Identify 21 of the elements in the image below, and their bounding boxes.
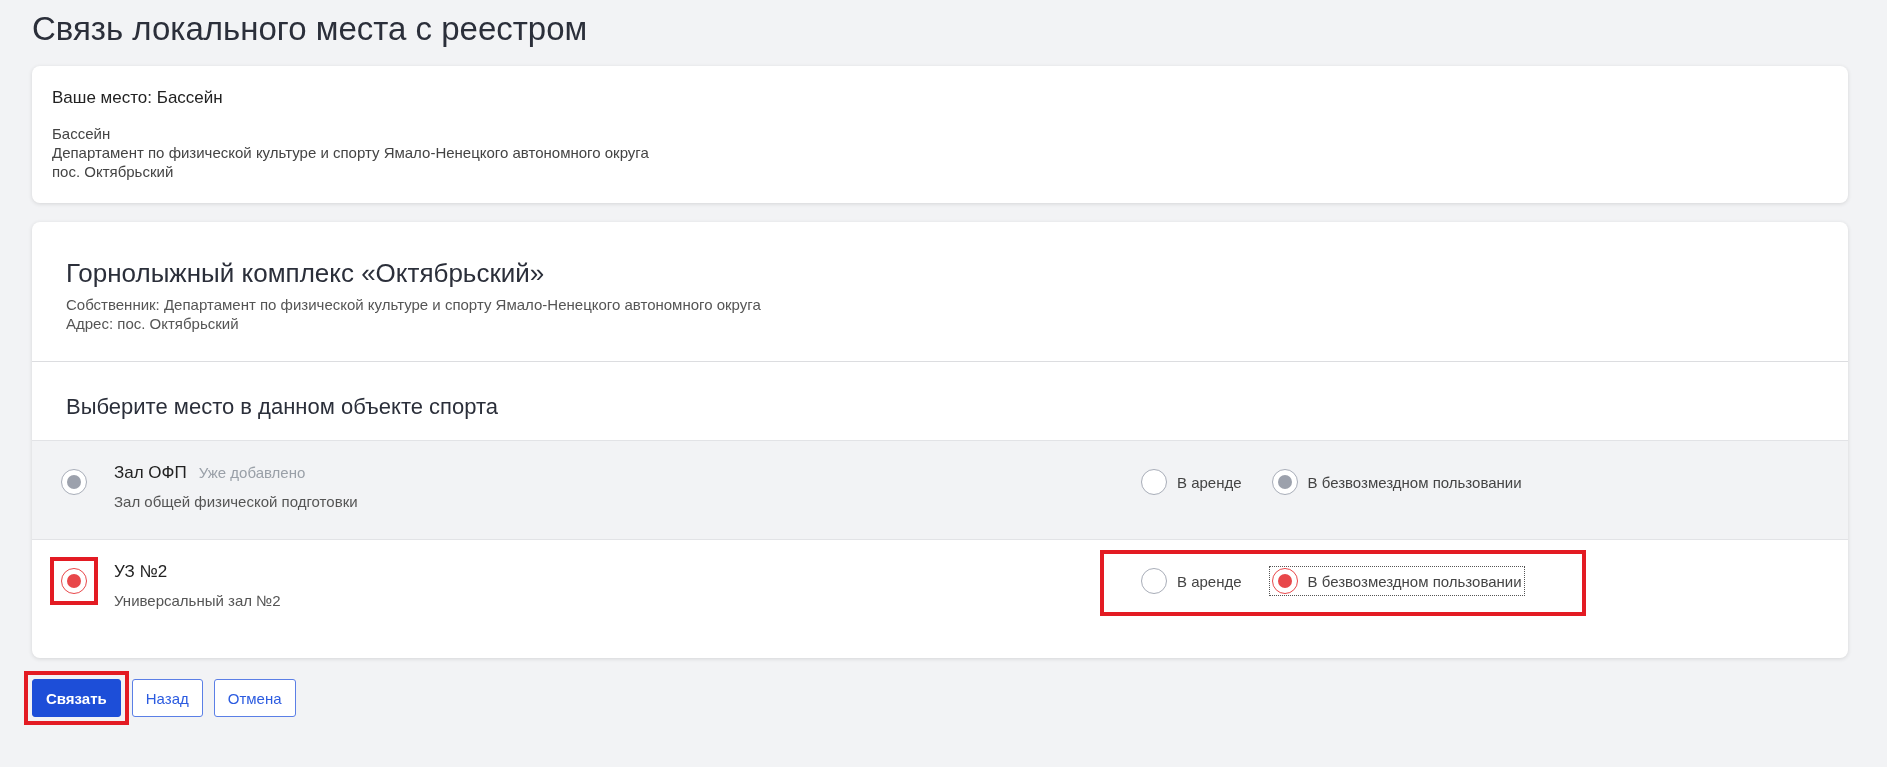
place-detail: пос. Октябрьский [52,162,175,181]
option-radio[interactable] [1141,568,1167,594]
place-description: Зал общей физической подготовки [114,493,359,510]
place-detail: Бассейн [52,124,112,143]
page-title: Связь локального места с реестром [32,10,589,48]
place-heading: Ваше место: Бассейн [52,88,224,108]
status-label: Уже добавлено [198,464,306,481]
place-name: УЗ №2 [114,562,168,582]
place-name: Зал ОФП [114,463,187,483]
action-button[interactable]: Назад [131,679,203,717]
address-text: Адрес: пос. Октябрьский [66,314,240,333]
place-detail: Департамент по физической культуре и спорту Ямало-Ненецкого автономного округа [52,143,650,162]
owner-text: Собственник: Департамент по физической культуре и спорту Ямало-Ненецкого автономного округа [66,295,762,314]
place-radio[interactable] [61,568,87,594]
object-title: Горнолыжный комплекс «Октябрьский» [66,258,546,289]
ownership-option[interactable]: В аренде [1138,566,1245,596]
option-radio[interactable] [1271,568,1298,594]
action-button[interactable]: Связать [32,679,121,717]
place-description: Универсальный зал №2 [114,592,282,609]
action-button[interactable]: Отмена [213,679,296,717]
ownership-option[interactable]: В безвозмездном пользовании [1268,566,1525,596]
